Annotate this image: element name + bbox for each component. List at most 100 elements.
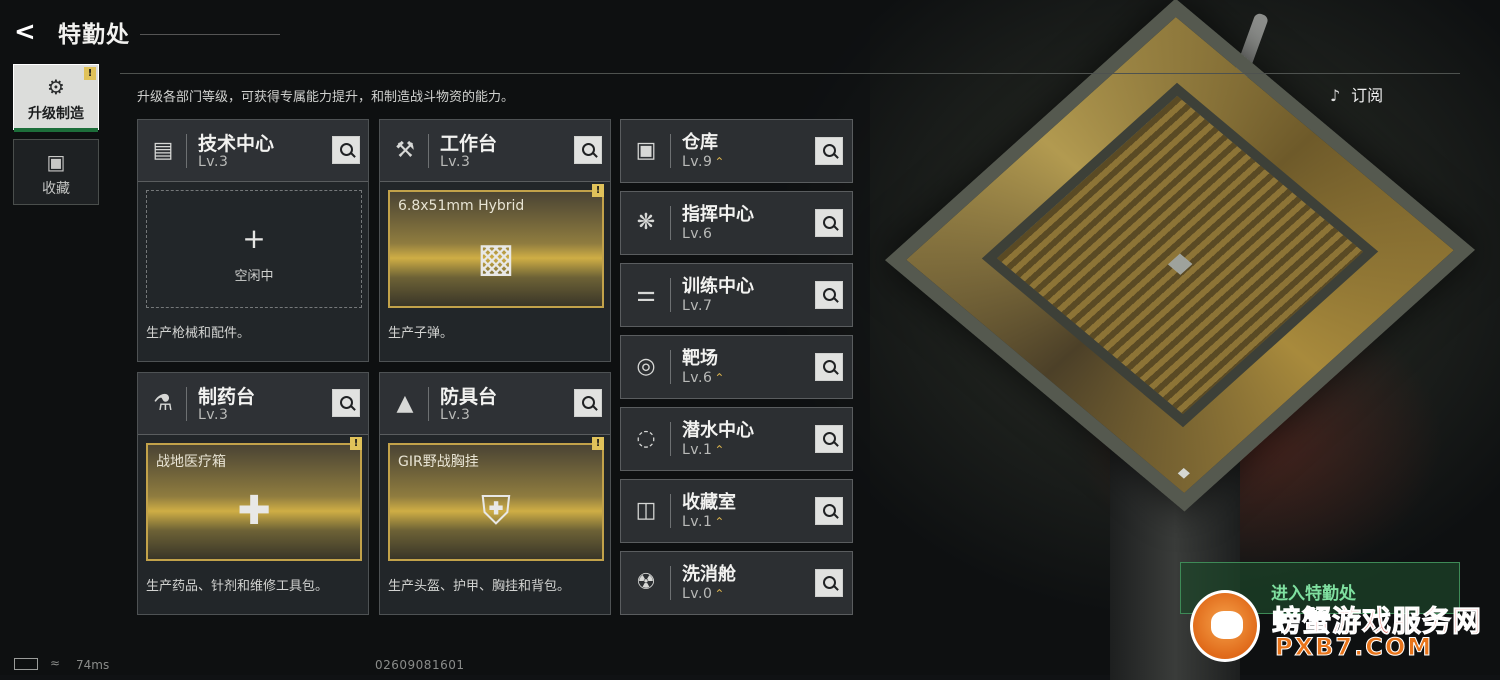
tab-upgrade-craft[interactable]: ⚙ 升级制造 ! — [13, 64, 99, 132]
shooting-range-icon: ◎ — [636, 354, 656, 379]
divider — [428, 134, 429, 168]
facility-level: Lv.6 — [682, 226, 713, 242]
facility-row-diving-center[interactable]: ◌ 潜水中心 Lv.1 ⌃ — [620, 407, 853, 471]
upgrade-craft-icon: ⚙ — [47, 75, 65, 99]
divider — [670, 350, 671, 384]
facility-level: Lv.9 ⌃ — [682, 154, 725, 170]
divider — [670, 566, 671, 600]
facility-name: 收藏室 — [682, 492, 736, 513]
alert-badge: ! — [592, 437, 604, 450]
facility-row-decontamination[interactable]: ☢ 洗消舱 Lv.0 ⌃ — [620, 551, 853, 615]
upgrade-chevron-icon: ⌃ — [714, 587, 725, 601]
diving-center-icon: ◌ — [636, 426, 656, 451]
back-arrow-icon: < — [14, 17, 36, 47]
facility-level: Lv.1 ⌃ — [682, 442, 725, 458]
facility-name: 潜水中心 — [682, 420, 754, 441]
search-button[interactable] — [332, 389, 360, 417]
collection-icon: ▣ — [46, 150, 66, 174]
top-divider — [120, 73, 1460, 74]
back-button[interactable]: < — [14, 18, 42, 46]
facility-level: Lv.6 ⌃ — [682, 370, 725, 386]
search-button[interactable] — [815, 353, 843, 381]
medkit-icon: ✚ — [237, 488, 271, 535]
facility-description: 生产子弹。 — [388, 326, 454, 341]
facility-row-training-center[interactable]: ⚌ 训练中心 Lv.7 — [620, 263, 853, 327]
facility-card-pharmacy: ⚗ 制药台 Lv.3 战地医疗箱 ! ✚ 生产药品、针剂和维修工具包。 — [137, 372, 369, 615]
facility-level: Lv.0 ⌃ — [682, 586, 725, 602]
tab-collection[interactable]: ▣ 收藏 — [13, 139, 99, 205]
facility-row-collection-room[interactable]: ◫ 收藏室 Lv.1 ⌃ — [620, 479, 853, 543]
facility-name: 训练中心 — [682, 276, 754, 297]
search-button[interactable] — [574, 136, 602, 164]
subscribe-label: 订阅 — [1351, 86, 1384, 105]
facility-card-tech-center: ▤ 技术中心 Lv.3 + 空闲中 生产枪械和配件。 — [137, 119, 369, 362]
search-button[interactable] — [815, 209, 843, 237]
tab-label: 升级制造 — [28, 106, 84, 122]
training-center-icon: ⚌ — [636, 282, 656, 307]
crab-logo-icon — [1190, 590, 1260, 662]
alert-badge: ! — [84, 67, 96, 80]
facility-description: 生产药品、针剂和维修工具包。 — [146, 579, 329, 594]
upgrade-chevron-icon: ⌃ — [714, 443, 725, 457]
facility-row-warehouse[interactable]: ▣ 仓库 Lv.9 ⌃ — [620, 119, 853, 183]
divider — [670, 206, 671, 240]
search-button[interactable] — [815, 569, 843, 597]
production-slot[interactable]: GIR野战胸挂 ! ⛨ — [388, 437, 604, 561]
card-header: ⚗ 制药台 Lv.3 — [138, 373, 368, 435]
alert-badge: ! — [592, 184, 604, 197]
search-button[interactable] — [815, 281, 843, 309]
alert-badge: ! — [350, 437, 362, 450]
subscribe-button[interactable]: ♪ 订阅 — [1330, 82, 1410, 108]
bell-icon: ♪ — [1330, 86, 1341, 105]
decontamination-icon: ☢ — [636, 570, 656, 595]
divider — [428, 387, 429, 421]
production-slot[interactable]: 6.8x51mm Hybrid ! ▩ — [388, 184, 604, 308]
facility-level: Lv.3 — [198, 407, 229, 423]
facility-name: 洗消舱 — [682, 564, 736, 585]
facility-name: 仓库 — [682, 132, 718, 153]
facility-row-command-center[interactable]: ❋ 指挥中心 Lv.6 — [620, 191, 853, 255]
level-text: Lv.1 — [682, 442, 713, 458]
facility-level: Lv.7 — [682, 298, 713, 314]
workbench-icon: ⚒ — [395, 138, 415, 163]
status-bar: ≈ 74ms 02609081601 — [0, 655, 600, 675]
facility-card-armor-bench: ▲ 防具台 Lv.3 GIR野战胸挂 ! ⛨ 生产头盔、护甲、胸挂和背包。 — [379, 372, 611, 615]
facility-card-workbench: ⚒ 工作台 Lv.3 6.8x51mm Hybrid ! ▩ 生产子弹。 — [379, 119, 611, 362]
facility-row-shooting-range[interactable]: ◎ 靶场 Lv.6 ⌃ — [620, 335, 853, 399]
divider — [670, 494, 671, 528]
facility-level: Lv.1 ⌃ — [682, 514, 725, 530]
facility-description: 生产头盔、护甲、胸挂和背包。 — [388, 579, 571, 594]
card-header: ⚒ 工作台 Lv.3 — [380, 120, 610, 182]
divider — [670, 134, 671, 168]
search-button[interactable] — [815, 425, 843, 453]
product-name: GIR野战胸挂 — [398, 454, 479, 470]
search-button[interactable] — [815, 497, 843, 525]
divider — [670, 278, 671, 312]
divider — [670, 422, 671, 456]
facility-level: Lv.3 — [440, 407, 471, 423]
pharmacy-icon: ⚗ — [153, 391, 173, 416]
search-button[interactable] — [574, 389, 602, 417]
production-slot-idle[interactable]: + 空闲中 — [146, 190, 362, 308]
level-text: Lv.6 — [682, 370, 713, 386]
level-text: Lv.9 — [682, 154, 713, 170]
side-nav: ⚙ 升级制造 ! ▣ 收藏 — [13, 64, 101, 214]
user-uid: 02609081601 — [375, 658, 465, 672]
upgrade-chevron-icon: ⌃ — [714, 155, 725, 169]
facility-name: 指挥中心 — [682, 204, 754, 225]
production-slot[interactable]: 战地医疗箱 ! ✚ — [146, 437, 362, 561]
page-title: 特勤处 — [58, 22, 130, 48]
scene-cube — [884, 0, 1476, 512]
facility-name: 靶场 — [682, 348, 718, 369]
facility-name: 制药台 — [198, 386, 256, 408]
card-header: ▲ 防具台 Lv.3 — [380, 373, 610, 435]
upgrade-chevron-icon: ⌃ — [714, 371, 725, 385]
ping-value: 74ms — [76, 658, 110, 672]
battery-icon — [14, 658, 38, 670]
search-button[interactable] — [815, 137, 843, 165]
command-center-icon: ❋ — [636, 210, 656, 235]
search-button[interactable] — [332, 136, 360, 164]
card-header: ▤ 技术中心 Lv.3 — [138, 120, 368, 182]
level-text: Lv.0 — [682, 586, 713, 602]
header: < 特勤处 — [0, 0, 300, 62]
